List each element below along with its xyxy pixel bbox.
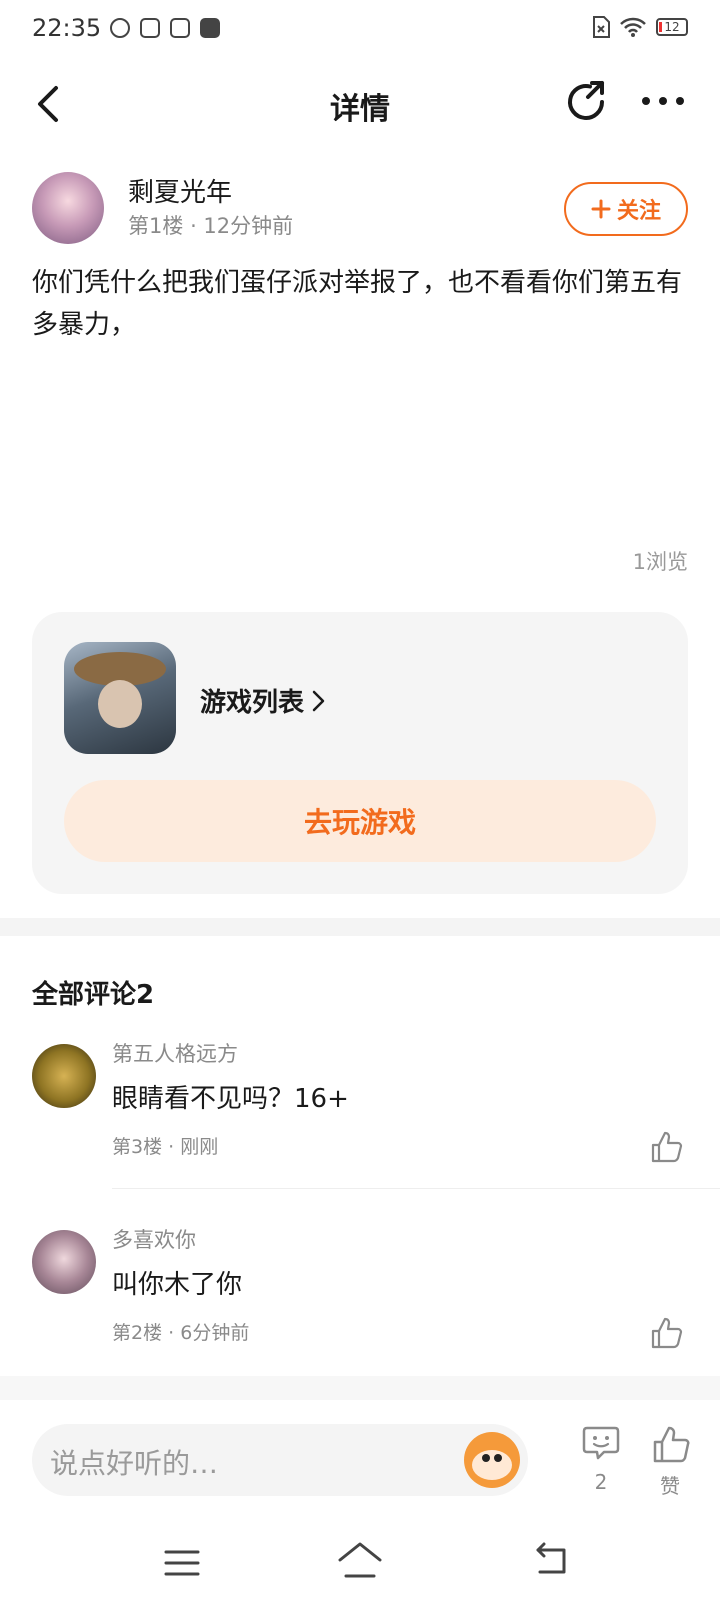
follow-button[interactable]: 关注 xyxy=(564,182,688,236)
no-sim-icon xyxy=(593,16,610,38)
author-name[interactable]: 剩夏光年 xyxy=(128,172,232,209)
mascot-emoji-icon[interactable] xyxy=(464,1432,520,1488)
view-count: 1浏览 xyxy=(632,550,688,574)
card-icon xyxy=(140,18,160,38)
chevron-right-icon xyxy=(312,690,325,711)
comment-avatar[interactable] xyxy=(32,1044,96,1108)
battery-icon: 12 xyxy=(656,18,688,36)
nav-back-icon[interactable] xyxy=(530,1542,570,1578)
status-time: 22:35 xyxy=(32,14,102,42)
comment-text: 眼睛看不见吗？16+ xyxy=(112,1084,349,1114)
comment-floor: 第3楼 xyxy=(112,1136,163,1158)
comment-floor: 第2楼 xyxy=(112,1322,163,1344)
comment-meta: 第2楼 · 6分钟前 xyxy=(112,1318,249,1345)
game-list-label: 游戏列表 xyxy=(200,688,305,718)
mascot-eye xyxy=(482,1454,490,1462)
list-end-divider xyxy=(0,1376,720,1400)
share-icon[interactable] xyxy=(564,80,608,124)
meta-dot: · xyxy=(168,1136,181,1158)
mascot-eye xyxy=(494,1454,502,1462)
game-icon-face xyxy=(98,680,142,728)
game-icon[interactable] xyxy=(64,642,176,754)
section-divider xyxy=(0,918,720,936)
follow-label: 关注 xyxy=(616,199,661,224)
comment-icon[interactable] xyxy=(582,1424,620,1462)
home-icon[interactable] xyxy=(336,1540,384,1580)
wifi-icon xyxy=(620,17,646,37)
comment-time: 6分钟前 xyxy=(180,1322,250,1344)
comment-time: 刚刚 xyxy=(180,1136,219,1158)
comment-count: 2 xyxy=(594,1470,608,1494)
plus-icon xyxy=(591,199,611,219)
comment-divider xyxy=(112,1188,720,1189)
comment-input-placeholder[interactable]: 说点好听的… xyxy=(50,1442,218,1482)
post-time: 12分钟前 xyxy=(203,214,294,238)
mascot-face xyxy=(472,1450,512,1480)
comments-title: 全部评论2 xyxy=(32,980,155,1010)
status-system-icons: 12 xyxy=(592,16,688,38)
play-icon xyxy=(170,18,190,38)
comment-meta: 第3楼 · 刚刚 xyxy=(112,1132,218,1159)
page-title: 详情 xyxy=(330,92,390,127)
comment-text: 叫你木了你 xyxy=(112,1270,243,1300)
flash-icon xyxy=(200,18,220,38)
post-floor: 第1楼 xyxy=(128,214,184,238)
comment-author[interactable]: 多喜欢你 xyxy=(112,1224,196,1254)
post-meta: 第1楼 · 12分钟前 xyxy=(128,210,293,240)
more-options-icon[interactable] xyxy=(640,86,686,116)
hexagon-icon xyxy=(110,18,130,38)
thumbs-up-icon[interactable] xyxy=(652,1424,692,1464)
menu-icon[interactable] xyxy=(162,1548,202,1578)
game-list-link[interactable]: 游戏列表 xyxy=(200,682,326,719)
author-avatar[interactable] xyxy=(32,172,104,244)
meta-dot: · xyxy=(190,214,204,238)
post-content: 你们凭什么把我们蛋仔派对举报了，也不看看你们第五有多暴力， xyxy=(32,268,683,340)
thumbs-up-icon[interactable] xyxy=(650,1316,684,1350)
play-game-button[interactable]: 去玩游戏 xyxy=(64,780,656,862)
comment-avatar[interactable] xyxy=(32,1230,96,1294)
like-label: 赞 xyxy=(660,1474,680,1498)
meta-dot: · xyxy=(168,1322,181,1344)
status-notification-icons xyxy=(110,18,220,38)
comment-author[interactable]: 第五人格远方 xyxy=(112,1038,238,1068)
thumbs-up-icon[interactable] xyxy=(650,1130,684,1164)
